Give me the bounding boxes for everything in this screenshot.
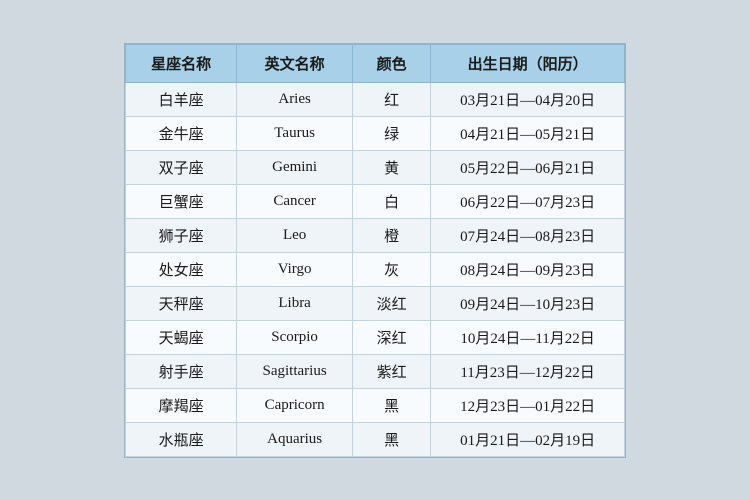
- cell-color: 绿: [353, 116, 431, 150]
- cell-chinese-name: 白羊座: [126, 82, 237, 116]
- table-row: 双子座Gemini黄05月22日—06月21日: [126, 150, 625, 184]
- cell-color: 红: [353, 82, 431, 116]
- table-row: 金牛座Taurus绿04月21日—05月21日: [126, 116, 625, 150]
- table-row: 狮子座Leo橙07月24日—08月23日: [126, 218, 625, 252]
- cell-color: 淡红: [353, 286, 431, 320]
- table-row: 射手座Sagittarius紫红11月23日—12月22日: [126, 354, 625, 388]
- cell-english-name: Gemini: [237, 150, 353, 184]
- zodiac-table: 星座名称 英文名称 颜色 出生日期（阳历） 白羊座Aries红03月21日—04…: [125, 44, 625, 457]
- cell-chinese-name: 水瓶座: [126, 422, 237, 456]
- header-dates: 出生日期（阳历）: [431, 44, 625, 82]
- cell-dates: 12月23日—01月22日: [431, 388, 625, 422]
- cell-dates: 07月24日—08月23日: [431, 218, 625, 252]
- cell-chinese-name: 金牛座: [126, 116, 237, 150]
- cell-dates: 05月22日—06月21日: [431, 150, 625, 184]
- cell-chinese-name: 天秤座: [126, 286, 237, 320]
- cell-english-name: Sagittarius: [237, 354, 353, 388]
- cell-color: 黄: [353, 150, 431, 184]
- cell-english-name: Capricorn: [237, 388, 353, 422]
- cell-dates: 06月22日—07月23日: [431, 184, 625, 218]
- table-body: 白羊座Aries红03月21日—04月20日金牛座Taurus绿04月21日—0…: [126, 82, 625, 456]
- cell-dates: 10月24日—11月22日: [431, 320, 625, 354]
- cell-color: 深红: [353, 320, 431, 354]
- cell-chinese-name: 狮子座: [126, 218, 237, 252]
- cell-color: 紫红: [353, 354, 431, 388]
- header-chinese-name: 星座名称: [126, 44, 237, 82]
- cell-english-name: Aquarius: [237, 422, 353, 456]
- table-row: 天秤座Libra淡红09月24日—10月23日: [126, 286, 625, 320]
- cell-english-name: Aries: [237, 82, 353, 116]
- table-row: 白羊座Aries红03月21日—04月20日: [126, 82, 625, 116]
- cell-chinese-name: 摩羯座: [126, 388, 237, 422]
- cell-english-name: Libra: [237, 286, 353, 320]
- zodiac-table-wrapper: 星座名称 英文名称 颜色 出生日期（阳历） 白羊座Aries红03月21日—04…: [124, 43, 626, 458]
- cell-chinese-name: 处女座: [126, 252, 237, 286]
- cell-dates: 11月23日—12月22日: [431, 354, 625, 388]
- cell-dates: 01月21日—02月19日: [431, 422, 625, 456]
- cell-chinese-name: 双子座: [126, 150, 237, 184]
- cell-english-name: Taurus: [237, 116, 353, 150]
- table-header-row: 星座名称 英文名称 颜色 出生日期（阳历）: [126, 44, 625, 82]
- cell-dates: 08月24日—09月23日: [431, 252, 625, 286]
- cell-chinese-name: 天蝎座: [126, 320, 237, 354]
- cell-color: 白: [353, 184, 431, 218]
- table-row: 天蝎座Scorpio深红10月24日—11月22日: [126, 320, 625, 354]
- cell-dates: 03月21日—04月20日: [431, 82, 625, 116]
- table-row: 处女座Virgo灰08月24日—09月23日: [126, 252, 625, 286]
- cell-chinese-name: 射手座: [126, 354, 237, 388]
- table-row: 巨蟹座Cancer白06月22日—07月23日: [126, 184, 625, 218]
- table-row: 水瓶座Aquarius黑01月21日—02月19日: [126, 422, 625, 456]
- cell-english-name: Virgo: [237, 252, 353, 286]
- header-english-name: 英文名称: [237, 44, 353, 82]
- cell-english-name: Scorpio: [237, 320, 353, 354]
- table-row: 摩羯座Capricorn黑12月23日—01月22日: [126, 388, 625, 422]
- cell-color: 黑: [353, 422, 431, 456]
- cell-color: 灰: [353, 252, 431, 286]
- header-color: 颜色: [353, 44, 431, 82]
- cell-english-name: Leo: [237, 218, 353, 252]
- cell-color: 橙: [353, 218, 431, 252]
- cell-dates: 04月21日—05月21日: [431, 116, 625, 150]
- cell-chinese-name: 巨蟹座: [126, 184, 237, 218]
- cell-dates: 09月24日—10月23日: [431, 286, 625, 320]
- cell-english-name: Cancer: [237, 184, 353, 218]
- cell-color: 黑: [353, 388, 431, 422]
